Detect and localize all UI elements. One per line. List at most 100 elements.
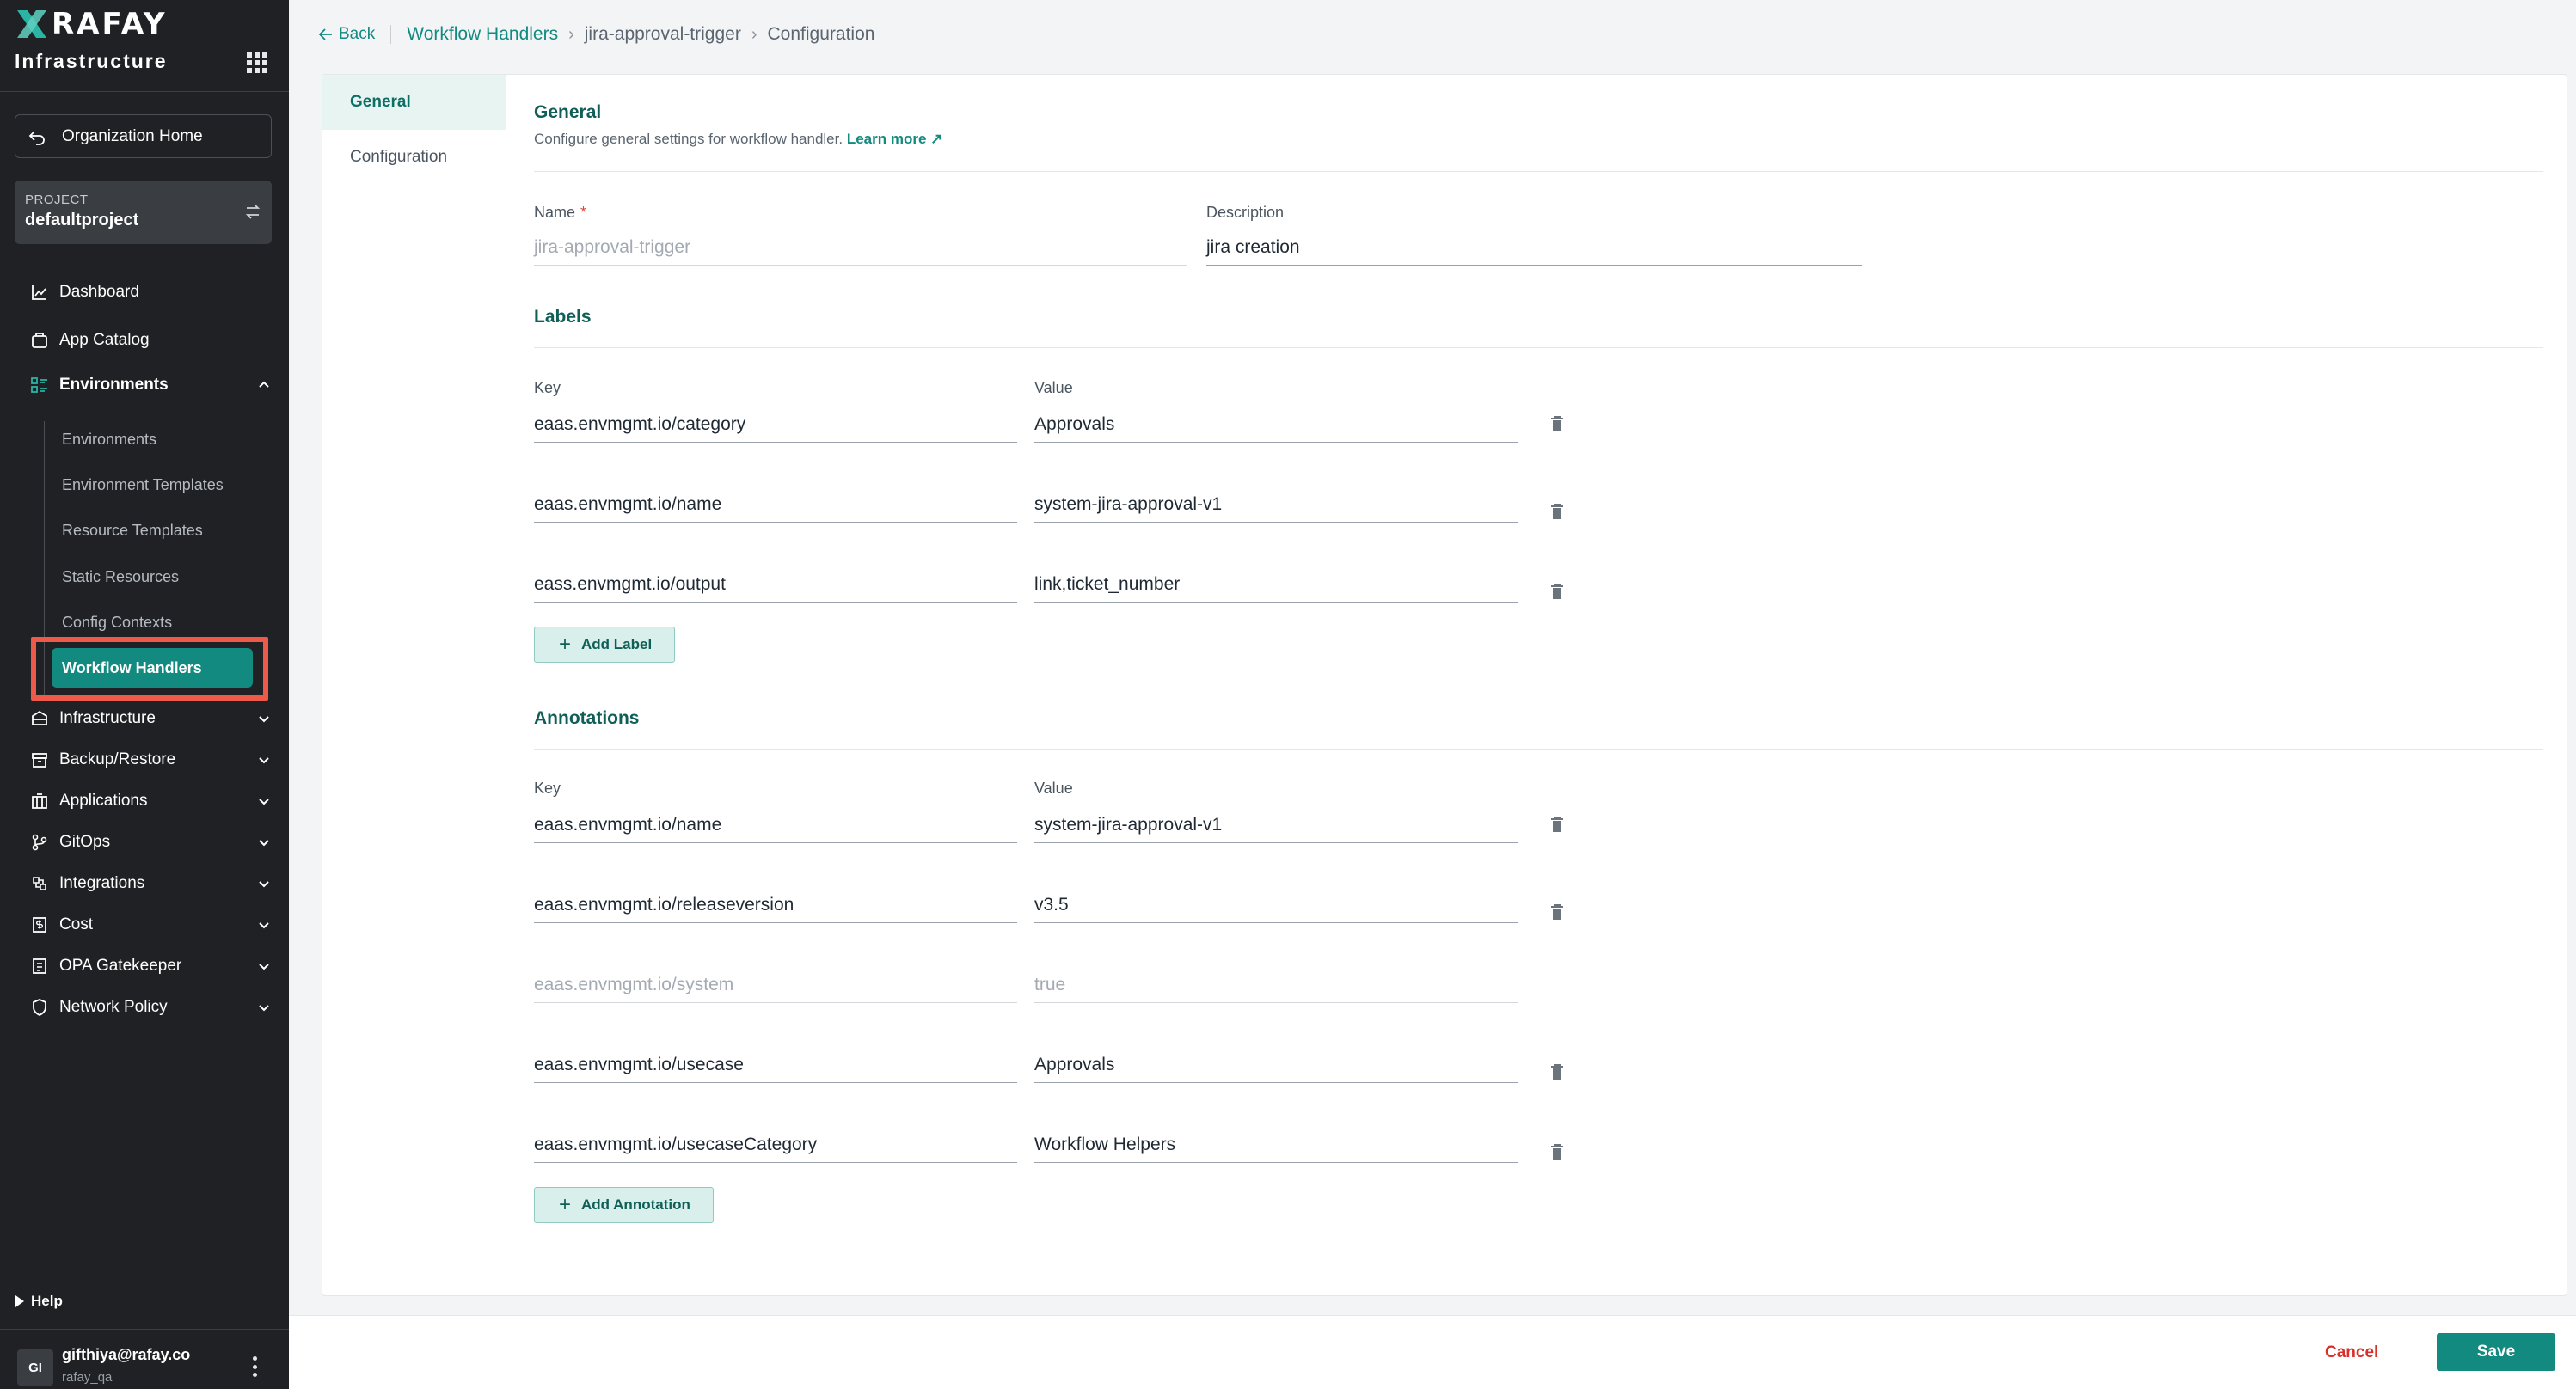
annotation-key-field[interactable]: eaas.envmgmt.io/name: [534, 807, 1017, 843]
sidebar-item-label: GitOps: [59, 833, 111, 851]
description-field[interactable]: jira creation: [1206, 229, 1862, 266]
tab-configuration[interactable]: Configuration: [322, 130, 506, 185]
name-label-text: Name: [534, 204, 576, 221]
breadcrumb: Back Workflow Handlers › jira-approval-t…: [318, 24, 874, 45]
sidebar-item-integrations[interactable]: Integrations: [30, 868, 271, 899]
submenu-item-resource-templates[interactable]: Resource Templates: [62, 517, 203, 543]
opa-icon: [33, 958, 46, 974]
cost-icon: [33, 917, 46, 933]
chevron-down-icon: [259, 799, 269, 805]
sidebar-item-cost[interactable]: Cost: [30, 909, 271, 940]
sidebar-item-app-catalog[interactable]: App Catalog: [30, 325, 271, 356]
chevron-up-icon: [259, 381, 269, 388]
back-link[interactable]: Back: [318, 25, 375, 44]
add-label-button[interactable]: + Add Label: [534, 627, 676, 663]
annotation-value-field[interactable]: system-jira-approval-v1: [1034, 807, 1518, 843]
main-card: General Configuration General Configure …: [322, 74, 2567, 1296]
sidebar-item-label: Dashboard: [59, 283, 139, 301]
save-button[interactable]: Save: [2437, 1333, 2555, 1371]
annotation-value-field[interactable]: v3.5: [1034, 887, 1518, 923]
learn-more-link[interactable]: Learn more ↗: [847, 131, 943, 147]
back-arrow-icon: [28, 130, 45, 145]
annotation-value-field[interactable]: Approvals: [1034, 1047, 1518, 1083]
add-label-text: Add Label: [581, 636, 653, 652]
app-switcher-grid-icon[interactable]: [247, 52, 267, 73]
annotation-key-field[interactable]: eaas.envmgmt.io/usecase: [534, 1047, 1017, 1083]
cancel-button[interactable]: Cancel: [2325, 1343, 2378, 1362]
sidebar-item-opa-gatekeeper[interactable]: OPA Gatekeeper: [30, 951, 271, 982]
project-name: defaultproject: [25, 211, 139, 229]
delete-label-trash-icon[interactable]: [1550, 503, 1564, 520]
required-marker: *: [580, 204, 587, 221]
submenu-item-static-resources[interactable]: Static Resources: [62, 564, 179, 590]
label-value-field[interactable]: system-jira-approval-v1: [1034, 486, 1518, 523]
user-divider: [0, 1329, 289, 1330]
breadcrumb-divider: [390, 25, 392, 44]
annotation-key-field[interactable]: eaas.envmgmt.io/usecaseCategory: [534, 1127, 1017, 1163]
environments-icon: [31, 377, 47, 393]
help-toggle[interactable]: Help: [15, 1293, 63, 1310]
form-footer: Cancel Save: [289, 1315, 2576, 1389]
project-label: PROJECT: [25, 193, 89, 207]
chevron-down-icon: [259, 1005, 269, 1012]
labels-key-header: Key: [534, 379, 561, 396]
sidebar-item-dashboard[interactable]: Dashboard: [30, 277, 271, 308]
annotation-key-field[interactable]: eaas.envmgmt.io/releaseversion: [534, 887, 1017, 923]
label-value-field[interactable]: link,ticket_number: [1034, 566, 1518, 603]
catalog-icon: [32, 333, 47, 348]
avatar[interactable]: GI: [17, 1349, 53, 1386]
labels-value-header: Value: [1034, 379, 1073, 396]
plus-icon: +: [559, 633, 572, 656]
sidebar-item-label: Integrations: [59, 874, 145, 892]
help-label: Help: [31, 1293, 63, 1309]
description-label: Description: [1206, 204, 1285, 221]
submenu-item-environment-templates[interactable]: Environment Templates: [62, 472, 224, 498]
user-menu-kebab-icon[interactable]: [251, 1356, 258, 1377]
name-field: jira-approval-trigger: [534, 229, 1187, 266]
sidebar-item-gitops[interactable]: GitOps: [30, 827, 271, 858]
label-key-field[interactable]: eaas.envmgmt.io/name: [534, 486, 1017, 523]
sidebar-item-backup-restore[interactable]: Backup/Restore: [30, 744, 271, 775]
annotations-divider: [534, 749, 2543, 750]
label-key-field[interactable]: eaas.envmgmt.io/category: [534, 407, 1017, 443]
annotation-value-field[interactable]: Workflow Helpers: [1034, 1127, 1518, 1163]
chevron-down-icon: [259, 964, 269, 970]
back-label: Back: [339, 25, 376, 43]
sidebar-item-infrastructure[interactable]: Infrastructure: [30, 703, 271, 734]
breadcrumb-workflow-handlers[interactable]: Workflow Handlers: [407, 24, 558, 45]
label-key-field[interactable]: eass.envmgmt.io/output: [534, 566, 1017, 603]
backup-icon: [32, 753, 47, 768]
breadcrumb-current: Configuration: [767, 24, 875, 44]
sidebar-item-label: Infrastructure: [59, 709, 156, 727]
chevron-down-icon: [259, 840, 269, 847]
submenu-item-workflow-handlers[interactable]: Workflow Handlers: [52, 648, 253, 688]
delete-annotation-trash-icon[interactable]: [1550, 903, 1564, 921]
add-annotation-button[interactable]: + Add Annotation: [534, 1187, 714, 1223]
annotations-key-header: Key: [534, 780, 561, 797]
organization-home-button[interactable]: Organization Home: [15, 114, 272, 158]
add-annotation-text: Add Annotation: [581, 1196, 690, 1213]
project-selector[interactable]: PROJECT defaultproject: [15, 181, 272, 244]
chevron-down-icon: [259, 757, 269, 764]
delete-label-trash-icon[interactable]: [1550, 583, 1564, 600]
submenu-item-config-contexts[interactable]: Config Contexts: [62, 609, 172, 635]
delete-annotation-trash-icon[interactable]: [1550, 1063, 1564, 1080]
sidebar-item-label: Backup/Restore: [59, 750, 176, 768]
rafay-logo[interactable]: RAFAY: [15, 7, 168, 41]
chevron-down-icon: [259, 881, 269, 888]
label-value-field[interactable]: Approvals: [1034, 407, 1518, 443]
sidebar-item-label: Cost: [59, 915, 94, 933]
sidebar-item-network-policy[interactable]: Network Policy: [30, 992, 271, 1023]
delete-annotation-trash-icon[interactable]: [1550, 1143, 1564, 1160]
delete-annotation-trash-icon[interactable]: [1550, 816, 1564, 833]
network-policy-icon: [33, 999, 46, 1017]
sidebar-item-environments[interactable]: Environments: [30, 370, 271, 401]
delete-label-trash-icon[interactable]: [1550, 415, 1564, 432]
logo-text: RAFAY: [52, 7, 168, 41]
sidebar-item-applications[interactable]: Applications: [30, 786, 271, 817]
submenu-item-environments[interactable]: Environments: [62, 426, 156, 452]
annotations-value-header: Value: [1034, 780, 1073, 797]
general-section-title: General: [534, 102, 602, 122]
tab-general[interactable]: General: [322, 75, 506, 130]
user-email: gifthiya@rafay.co: [62, 1346, 191, 1363]
